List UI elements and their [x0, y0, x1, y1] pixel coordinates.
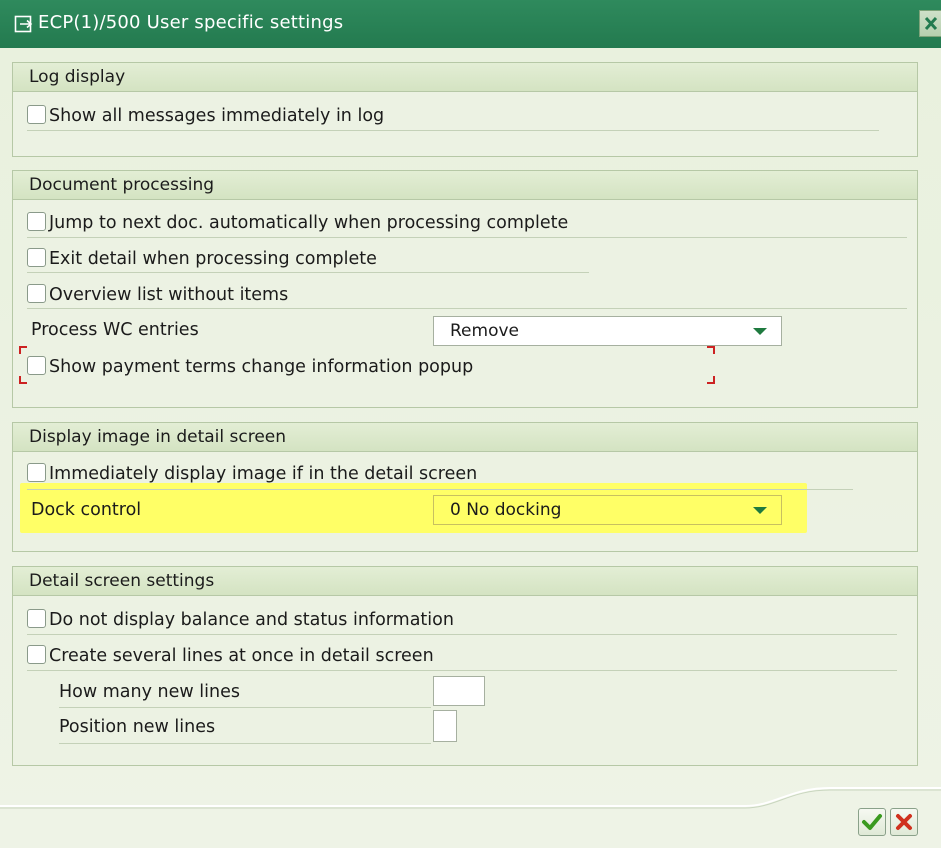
divider [27, 130, 879, 131]
checkbox[interactable] [27, 105, 46, 124]
divider [59, 743, 431, 744]
divider [27, 489, 853, 490]
divider [59, 707, 431, 708]
checkbox-create-several-lines[interactable]: Create several lines at once in detail s… [27, 641, 434, 671]
checkbox[interactable] [27, 284, 46, 303]
group-title: Log display [13, 63, 917, 92]
checkbox-label: Immediately display image if in the deta… [49, 464, 478, 484]
checkbox-overview-list[interactable]: Overview list without items [27, 280, 288, 310]
group-title: Display image in detail screen [13, 423, 917, 452]
dropdown-value: 0 No docking [450, 500, 562, 520]
window-title: ECP(1)/500 User specific settings [38, 12, 344, 33]
checkbox-label: Jump to next doc. automatically when pro… [49, 213, 569, 233]
group-document-processing: Document processing Jump to next doc. au… [12, 170, 918, 408]
checkbox-no-balance-status[interactable]: Do not display balance and status inform… [27, 605, 454, 635]
checkbox[interactable] [27, 609, 46, 628]
group-display-image: Display image in detail screen Immediate… [12, 422, 918, 552]
checkbox-label: Overview list without items [49, 285, 289, 305]
focus-corner-icon [707, 346, 715, 354]
group-detail-screen-settings: Detail screen settings Do not display ba… [12, 566, 918, 766]
window-titlebar: ECP(1)/500 User specific settings [0, 0, 941, 48]
divider [27, 634, 897, 635]
checkbox[interactable] [27, 356, 46, 375]
checkbox[interactable] [27, 248, 46, 267]
window-icon [14, 15, 33, 33]
checkbox-immediately-display-image[interactable]: Immediately display image if in the deta… [27, 459, 477, 489]
dropdown-value: Remove [450, 321, 519, 341]
checkbox-label: Show payment terms change information po… [49, 357, 474, 377]
cancel-button[interactable] [890, 808, 918, 836]
x-icon [896, 814, 912, 830]
footer-curve-divider [0, 787, 941, 809]
checkbox-show-all-messages[interactable]: Show all messages immediately in log [27, 101, 384, 131]
group-title: Detail screen settings [13, 567, 917, 596]
process-wc-dropdown[interactable]: Remove [433, 316, 782, 346]
dock-control-label: Dock control [31, 500, 142, 520]
divider [27, 308, 907, 309]
close-icon [924, 16, 938, 31]
close-button[interactable] [919, 10, 941, 37]
focus-corner-icon [707, 376, 715, 384]
checkbox[interactable] [27, 463, 46, 482]
checkbox-label: Create several lines at once in detail s… [49, 646, 434, 666]
checkbox-label: Do not display balance and status inform… [49, 610, 454, 630]
position-lines-label: Position new lines [59, 717, 216, 737]
process-wc-label: Process WC entries [31, 320, 199, 340]
divider [27, 237, 907, 238]
position-lines-input[interactable] [433, 710, 457, 742]
focus-corner-icon [19, 376, 27, 384]
checkbox[interactable] [27, 212, 46, 231]
divider [27, 670, 897, 671]
checkbox-label: Exit detail when processing complete [49, 249, 377, 269]
checkbox[interactable] [27, 645, 46, 664]
confirm-button[interactable] [858, 808, 886, 836]
how-many-lines-input[interactable] [433, 676, 485, 706]
focus-corner-icon [19, 346, 27, 354]
how-many-lines-label: How many new lines [59, 682, 240, 702]
chevron-down-icon [753, 507, 767, 514]
checkbox-show-payment-terms-popup[interactable]: Show payment terms change information po… [27, 352, 473, 382]
divider [27, 272, 589, 273]
chevron-down-icon [753, 328, 767, 335]
dock-control-dropdown[interactable]: 0 No docking [433, 495, 782, 525]
checkbox-exit-detail[interactable]: Exit detail when processing complete [27, 244, 377, 274]
group-log-display: Log display Show all messages immediatel… [12, 62, 918, 157]
check-icon [862, 814, 882, 830]
checkbox-jump-next-doc[interactable]: Jump to next doc. automatically when pro… [27, 208, 568, 238]
checkbox-label: Show all messages immediately in log [49, 106, 385, 126]
group-title: Document processing [13, 171, 917, 200]
